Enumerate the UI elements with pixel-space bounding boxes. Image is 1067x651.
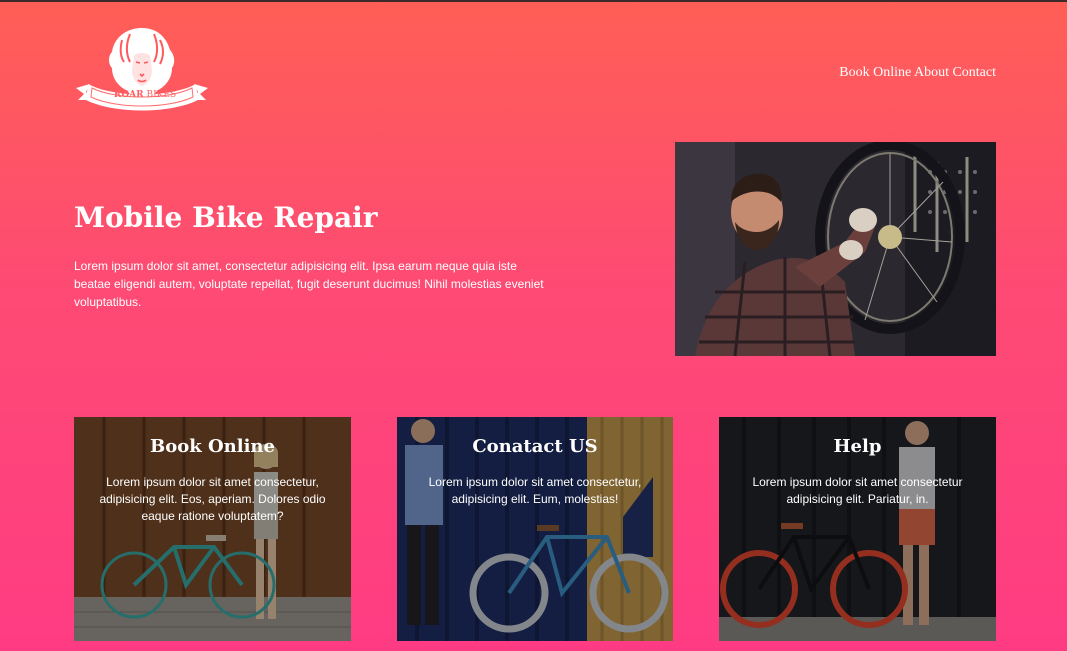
logo-text-bikes: BIKES: [146, 90, 177, 100]
card-title: Conatact US: [472, 436, 598, 457]
card-title: Help: [833, 436, 882, 457]
hero-image-mechanic: [675, 142, 996, 356]
card-book-online[interactable]: Book Online Lorem ipsum dolor sit amet c…: [74, 417, 351, 641]
card-title: Book Online: [150, 436, 275, 457]
top-border: [0, 0, 1067, 2]
roar-bikes-logo[interactable]: ROAR BIKES: [74, 26, 210, 118]
logo-text-roar: ROAR: [113, 90, 144, 100]
hero-description: Lorem ipsum dolor sit amet, consectetur …: [74, 259, 544, 309]
card-contact-us[interactable]: Conatact US Lorem ipsum dolor sit amet c…: [397, 417, 673, 641]
card-text: Lorem ipsum dolor sit amet consectetur, …: [428, 475, 642, 506]
logo-text: ROAR BIKES: [102, 90, 188, 101]
lion-logo-icon: [76, 28, 208, 111]
card-text: Lorem ipsum dolor sit amet consectetur, …: [99, 475, 326, 523]
card-text: Lorem ipsum dolor sit amet consectetur a…: [752, 475, 963, 506]
mechanic-photo-illustration: [675, 142, 996, 356]
card-help[interactable]: Help Lorem ipsum dolor sit amet consecte…: [719, 417, 996, 641]
nav-link-book-online[interactable]: Book Online: [839, 65, 911, 80]
nav-link-contact[interactable]: Contact: [952, 65, 996, 80]
nav-link-about[interactable]: About: [914, 65, 949, 80]
hero-title: Mobile Bike Repair: [74, 201, 378, 234]
main-nav: Book Online About Contact: [839, 64, 996, 82]
